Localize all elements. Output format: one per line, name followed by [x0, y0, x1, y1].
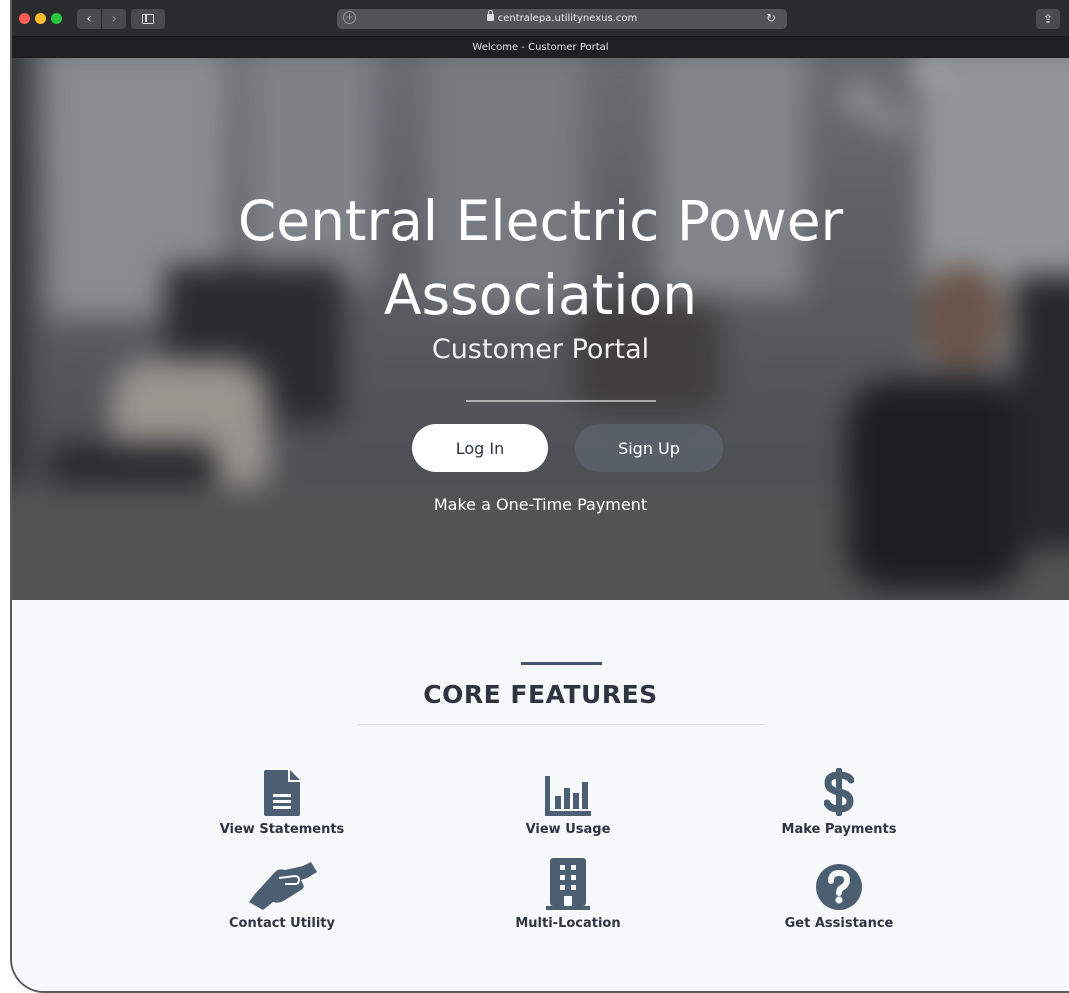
question-icon [816, 864, 862, 910]
tab-title: Welcome - Customer Portal [472, 42, 609, 53]
hero-title-line2: Association [383, 263, 698, 327]
feature-label: Get Assistance [784, 916, 894, 931]
building-icon [546, 858, 590, 910]
features-accent-bar [521, 662, 602, 665]
hero-divider [466, 400, 656, 402]
feature-multi-location[interactable]: Multi-Location [468, 858, 668, 931]
address-bar[interactable]: centralepa.utilitynexus.com [337, 9, 787, 29]
feature-label: Make Payments [781, 822, 897, 837]
feature-get-assistance[interactable]: Get Assistance [739, 862, 939, 931]
zoom-window-button[interactable] [51, 13, 62, 24]
lock-icon [486, 10, 494, 21]
hero-title: Central Electric Power Association [12, 184, 1069, 332]
hero-subtitle: Customer Portal [431, 334, 650, 365]
browser-toolbar: ‹ › centralepa.utilitynexus.com + ↻ ⇪ [12, 0, 1069, 37]
handshake-icon [249, 862, 317, 910]
feature-label: Multi-Location [515, 916, 621, 931]
privacy-report-icon[interactable]: + [343, 11, 356, 24]
feature-label: View Usage [525, 822, 611, 837]
document-icon [264, 770, 300, 816]
share-button[interactable]: ⇪ [1036, 9, 1060, 29]
feature-make-payments[interactable]: Make Payments [739, 768, 939, 837]
hero-section: Central Electric Power Association Custo… [12, 58, 1069, 600]
features-heading: CORE FEATURES [423, 680, 658, 709]
features-divider [358, 724, 766, 725]
feature-contact-utility[interactable]: Contact Utility [182, 862, 382, 931]
login-button[interactable]: Log In [412, 424, 548, 472]
one-time-payment-link[interactable]: Make a One-Time Payment [12, 495, 1069, 514]
minimize-window-button[interactable] [35, 13, 46, 24]
address-url: centralepa.utilitynexus.com [497, 13, 638, 24]
feature-view-usage[interactable]: View Usage [468, 768, 668, 837]
hero-title-line1: Central Electric Power [237, 189, 844, 253]
dollar-icon [824, 768, 854, 816]
feature-label: View Statements [219, 822, 345, 837]
forward-button[interactable]: › [102, 9, 126, 29]
bar-chart-icon [545, 776, 591, 816]
feature-view-statements[interactable]: View Statements [182, 768, 382, 837]
tab-title-bar: Welcome - Customer Portal [12, 37, 1069, 58]
browser-window: ‹ › centralepa.utilitynexus.com + ↻ ⇪ We… [10, 0, 1069, 993]
core-features-section: CORE FEATURES View Statements View Usage… [12, 600, 1069, 991]
reload-icon[interactable]: ↻ [764, 11, 778, 25]
feature-label: Contact Utility [229, 916, 335, 931]
sidebar-icon [142, 14, 154, 24]
close-window-button[interactable] [19, 13, 30, 24]
back-button[interactable]: ‹ [77, 9, 101, 29]
signup-button[interactable]: Sign Up [575, 424, 723, 472]
sidebar-toggle-button[interactable] [131, 9, 165, 29]
